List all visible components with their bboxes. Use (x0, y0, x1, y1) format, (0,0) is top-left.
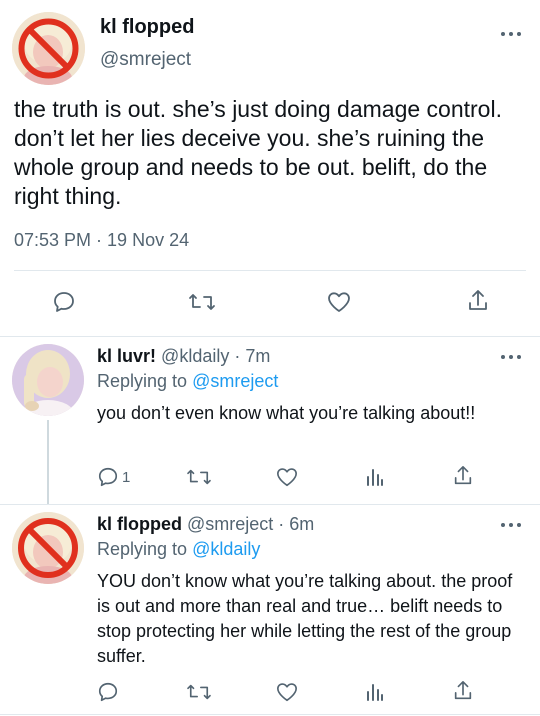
section-divider (0, 336, 540, 337)
more-options-icon[interactable] (499, 27, 523, 41)
tweet-text: the truth is out. she’s just doing damag… (14, 96, 502, 209)
divider (14, 270, 526, 271)
more-options-icon[interactable] (499, 518, 523, 532)
replying-to: Replying to @smreject (97, 371, 278, 392)
share-icon[interactable] (452, 679, 474, 703)
reply-text: YOU don’t know what you’re talking about… (97, 571, 513, 666)
section-divider (0, 504, 540, 505)
mention-link[interactable]: @smreject (192, 371, 278, 391)
mention-link[interactable]: @kldaily (192, 539, 260, 559)
like-icon[interactable] (326, 290, 352, 314)
retweet-icon[interactable] (186, 681, 212, 703)
reply-icon[interactable] (52, 290, 76, 314)
handle-time: @smreject · 6m (187, 514, 315, 534)
reply-text: you don’t even know what you’re talking … (97, 403, 476, 423)
analytics-icon[interactable] (365, 681, 385, 703)
retweet-icon[interactable] (188, 290, 216, 314)
reply-button[interactable]: 1 (97, 466, 130, 488)
avatar-no-sign[interactable] (12, 512, 84, 584)
display-name[interactable]: kl flopped (97, 514, 182, 534)
share-icon[interactable] (466, 288, 490, 314)
thread-line (47, 420, 49, 504)
reply-icon[interactable] (97, 681, 119, 703)
section-divider (0, 714, 540, 715)
share-icon[interactable] (452, 464, 474, 488)
analytics-icon[interactable] (365, 466, 385, 488)
display-name[interactable]: kl luvr! (97, 346, 156, 366)
tweet-timestamp: 07:53 PM · 19 Nov 24 (14, 230, 190, 250)
reply-header[interactable]: kl flopped @smreject · 6m (97, 514, 314, 535)
retweet-icon[interactable] (186, 466, 212, 488)
avatar-no-sign[interactable] (12, 12, 85, 85)
reply-header[interactable]: kl luvr! @kldaily · 7m (97, 346, 270, 367)
replying-to: Replying to @kldaily (97, 539, 260, 560)
replying-prefix: Replying to (97, 371, 193, 391)
reply-icon (98, 467, 118, 487)
handle-time: @kldaily · 7m (161, 346, 271, 366)
user-handle[interactable]: @smreject (100, 49, 191, 71)
like-icon[interactable] (275, 681, 299, 703)
replying-prefix: Replying to (97, 539, 193, 559)
main-tweet: kl flopped @smreject the truth is out. s… (0, 0, 540, 336)
like-icon[interactable] (275, 466, 299, 488)
more-options-icon[interactable] (499, 350, 523, 364)
avatar-blonde-person[interactable] (12, 344, 84, 416)
display-name[interactable]: kl flopped (100, 16, 194, 39)
reply-count: 1 (122, 468, 131, 486)
